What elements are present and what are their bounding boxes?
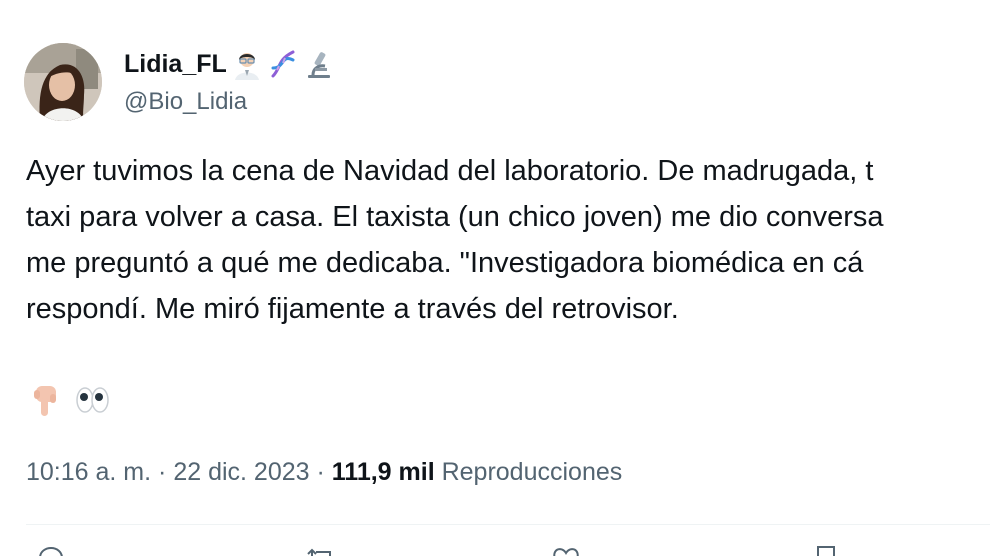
woman-scientist-icon — [231, 48, 263, 80]
tweet-emoji-row — [26, 380, 118, 420]
retweet-icon[interactable] — [306, 544, 336, 556]
meta-separator: · — [158, 458, 167, 486]
author-name-row[interactable]: Lidia_FL — [124, 48, 335, 80]
backhand-index-pointing-down-icon — [26, 380, 66, 420]
tweet-card: Lidia_FL @Bio_Lidia Ayer tuvimos la cena… — [0, 0, 990, 556]
avatar[interactable] — [24, 43, 102, 121]
views-label: Reproducciones — [441, 458, 623, 486]
reply-icon[interactable] — [36, 544, 66, 556]
divider — [26, 524, 990, 525]
microscope-icon — [303, 48, 335, 80]
avatar-photo — [24, 43, 102, 121]
like-icon[interactable] — [551, 544, 581, 556]
tweet-time[interactable]: 10:16 a. m. — [26, 458, 151, 486]
bookmark-icon[interactable] — [811, 544, 841, 556]
tweet-text-line: respondí. Me miró fijamente a través del… — [26, 293, 679, 325]
views-count: 111,9 mil — [331, 458, 435, 486]
tweet-meta: 10:16 a. m. · 22 dic. 2023 · 111,9 mil R… — [26, 458, 622, 487]
author-display-name[interactable]: Lidia_FL — [124, 50, 227, 79]
tweet-text-line: taxi para volver a casa. El taxista (un … — [26, 201, 884, 233]
dna-icon — [267, 48, 299, 80]
tweet-text-line: Ayer tuvimos la cena de Navidad del labo… — [26, 155, 874, 187]
tweet-text-line: me preguntó a qué me dedicaba. "Investig… — [26, 247, 864, 279]
author-handle[interactable]: @Bio_Lidia — [124, 88, 247, 116]
tweet-text: Ayer tuvimos la cena de Navidad del labo… — [26, 148, 990, 332]
tweet-date[interactable]: 22 dic. 2023 — [173, 458, 309, 486]
action-bar — [26, 544, 990, 556]
meta-separator: · — [316, 458, 325, 486]
eyes-icon — [72, 380, 112, 420]
